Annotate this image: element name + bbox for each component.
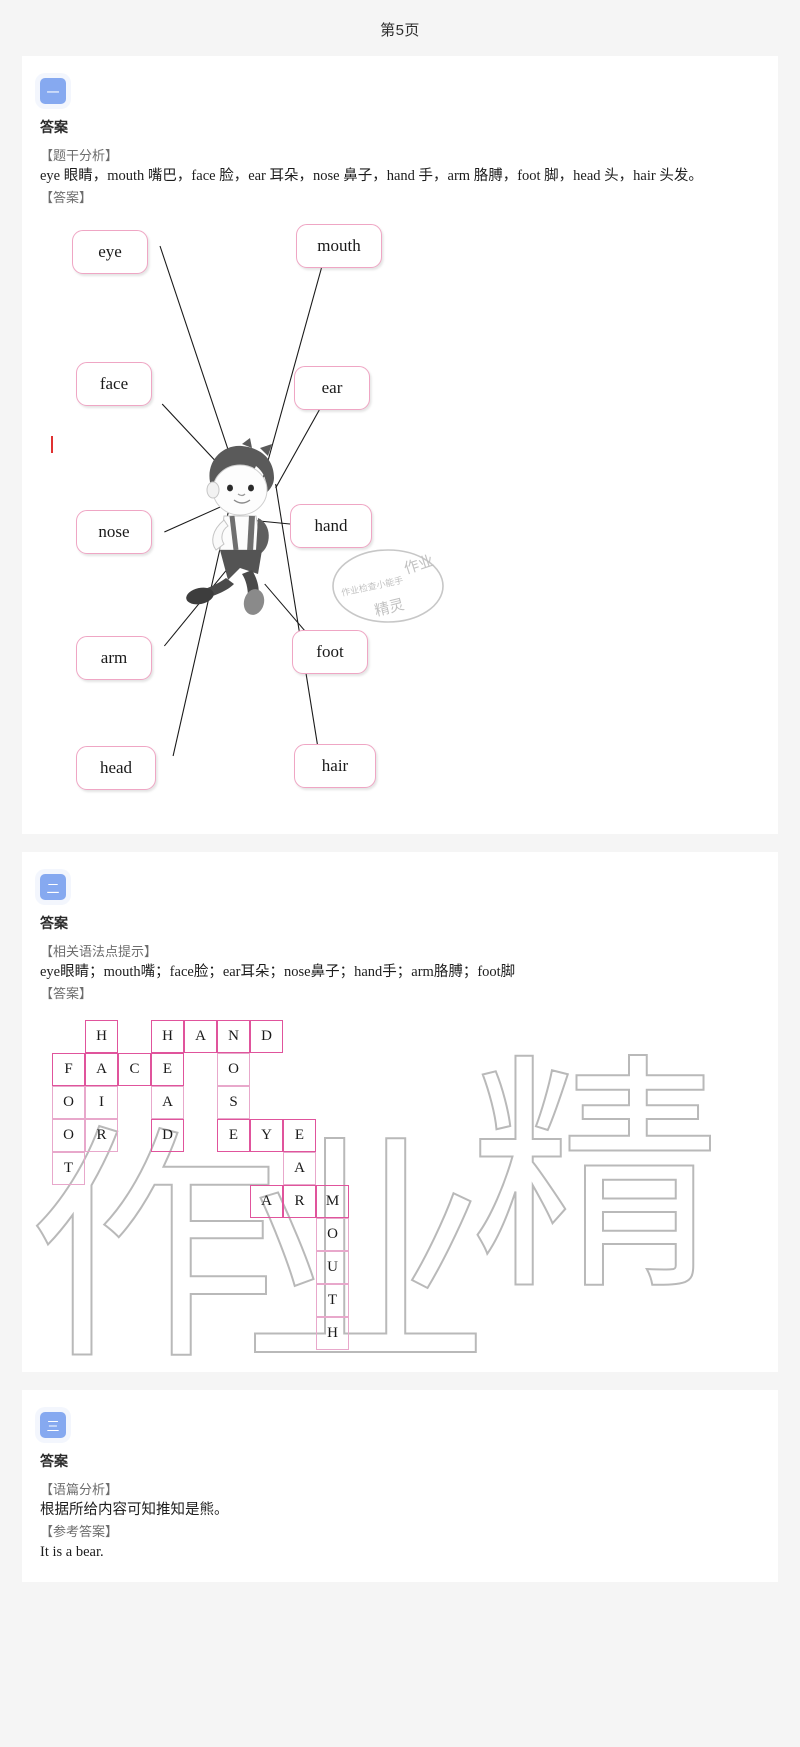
crossword-cell: A bbox=[85, 1053, 118, 1087]
text-cursor-caret bbox=[51, 436, 53, 454]
passage-tag-3: 【语篇分析】 bbox=[40, 1482, 119, 1498]
grammar-text-2: eye眼睛；mouth嘴；face脸；ear耳朵；nose鼻子；hand手；ar… bbox=[40, 964, 516, 981]
word-label-foot: foot bbox=[292, 630, 368, 675]
answer-tag-1: 【答案】 bbox=[40, 189, 93, 205]
answer-label-2: 答案 bbox=[40, 915, 68, 932]
answer-card-3: 三 答案 【语篇分析】 根据所给内容可知推知是熊。 【参考答案】 It is a… bbox=[22, 1390, 778, 1582]
answer-card-2: 二 答案 【相关语法点提示】 eye眼睛；mouth嘴；face脸；ear耳朵；… bbox=[22, 852, 778, 1373]
crossword-cell: D bbox=[250, 1020, 283, 1054]
crossword-cell: H bbox=[85, 1020, 118, 1054]
crossword-cell: T bbox=[316, 1284, 349, 1318]
crossword-cell: A bbox=[151, 1086, 184, 1120]
word-label-mouth: mouth bbox=[296, 224, 382, 269]
crossword-cell: C bbox=[118, 1053, 151, 1087]
reference-answer-tag-3: 【参考答案】 bbox=[40, 1523, 119, 1539]
word-label-hair: hair bbox=[294, 744, 376, 789]
crossword-cell: O bbox=[316, 1218, 349, 1252]
crossword-cell: E bbox=[217, 1119, 250, 1153]
watermark-stamp: 作业 作业检查小能手 精灵 bbox=[332, 549, 444, 623]
grammar-tag-2: 【相关语法点提示】 bbox=[40, 944, 158, 960]
crossword-cell: H bbox=[316, 1317, 349, 1351]
cartoon-boy-figure bbox=[186, 438, 274, 615]
answer-label-1: 答案 bbox=[40, 119, 68, 135]
svg-text:精灵: 精灵 bbox=[373, 596, 406, 620]
crossword-cell: O bbox=[217, 1053, 250, 1087]
crossword-cell: A bbox=[250, 1185, 283, 1219]
crossword-grid: 作 业 精 HHANDFACEOOIASORDEYETAARMOUTH bbox=[27, 1014, 760, 1372]
analysis-text-1: eye 眼睛，mouth 嘴巴，face 脸，ear 耳朵，nose 鼻子，ha… bbox=[40, 168, 703, 185]
crossword-cell: S bbox=[217, 1086, 250, 1120]
crossword-cell: N bbox=[217, 1020, 250, 1054]
word-label-hand: hand bbox=[290, 504, 372, 549]
crossword-cell: O bbox=[52, 1086, 85, 1120]
crossword-cell: U bbox=[316, 1251, 349, 1285]
svg-text:作业: 作业 bbox=[402, 552, 436, 577]
crossword-cell: E bbox=[151, 1053, 184, 1087]
watermark-char-2: 业 bbox=[239, 1119, 491, 1373]
word-label-face: face bbox=[76, 362, 152, 407]
word-label-nose: nose bbox=[76, 510, 152, 555]
word-label-ear: ear bbox=[294, 366, 370, 411]
section-badge-1: 一 bbox=[40, 78, 66, 104]
svg-text:作业检查小能手: 作业检查小能手 bbox=[340, 574, 404, 598]
answer-tag-2: 【答案】 bbox=[40, 985, 93, 1001]
watermark-char-3: 精 bbox=[469, 1039, 721, 1319]
passage-text-3: 根据所给内容可知推知是熊。 bbox=[40, 1502, 229, 1519]
word-match-diagram: 作业 作业检查小能手 精灵 eye mouth face ear nose hand arm… bbox=[40, 216, 760, 816]
crossword-cell: O bbox=[52, 1119, 85, 1153]
crossword-cell: A bbox=[184, 1020, 217, 1054]
analysis-tag-1: 【题干分析】 bbox=[40, 148, 119, 163]
crossword-cell: H bbox=[151, 1020, 184, 1054]
crossword-cell: F bbox=[52, 1053, 85, 1087]
crossword-cell: A bbox=[283, 1152, 316, 1186]
reference-answer-text-3: It is a bear. bbox=[40, 1544, 104, 1561]
word-label-head: head bbox=[76, 746, 156, 791]
crossword-cell: T bbox=[52, 1152, 85, 1186]
section-badge-3: 三 bbox=[40, 1412, 66, 1439]
answer-label-3: 答案 bbox=[40, 1453, 68, 1470]
answer-card-1: 一 答案 【题干分析】 eye 眼睛，mouth 嘴巴，face 脸，ear 耳… bbox=[22, 56, 778, 835]
page-title: 第5页 bbox=[380, 22, 420, 39]
section-badge-2: 二 bbox=[40, 874, 66, 901]
word-label-eye: eye bbox=[72, 230, 148, 275]
crossword-cell: R bbox=[85, 1119, 118, 1153]
crossword-cell: D bbox=[151, 1119, 184, 1153]
crossword-cell: R bbox=[283, 1185, 316, 1219]
crossword-cell: E bbox=[283, 1119, 316, 1153]
word-label-arm: arm bbox=[76, 636, 152, 681]
crossword-cell: M bbox=[316, 1185, 349, 1219]
crossword-cell: I bbox=[85, 1086, 118, 1120]
crossword-cell: Y bbox=[250, 1119, 283, 1153]
